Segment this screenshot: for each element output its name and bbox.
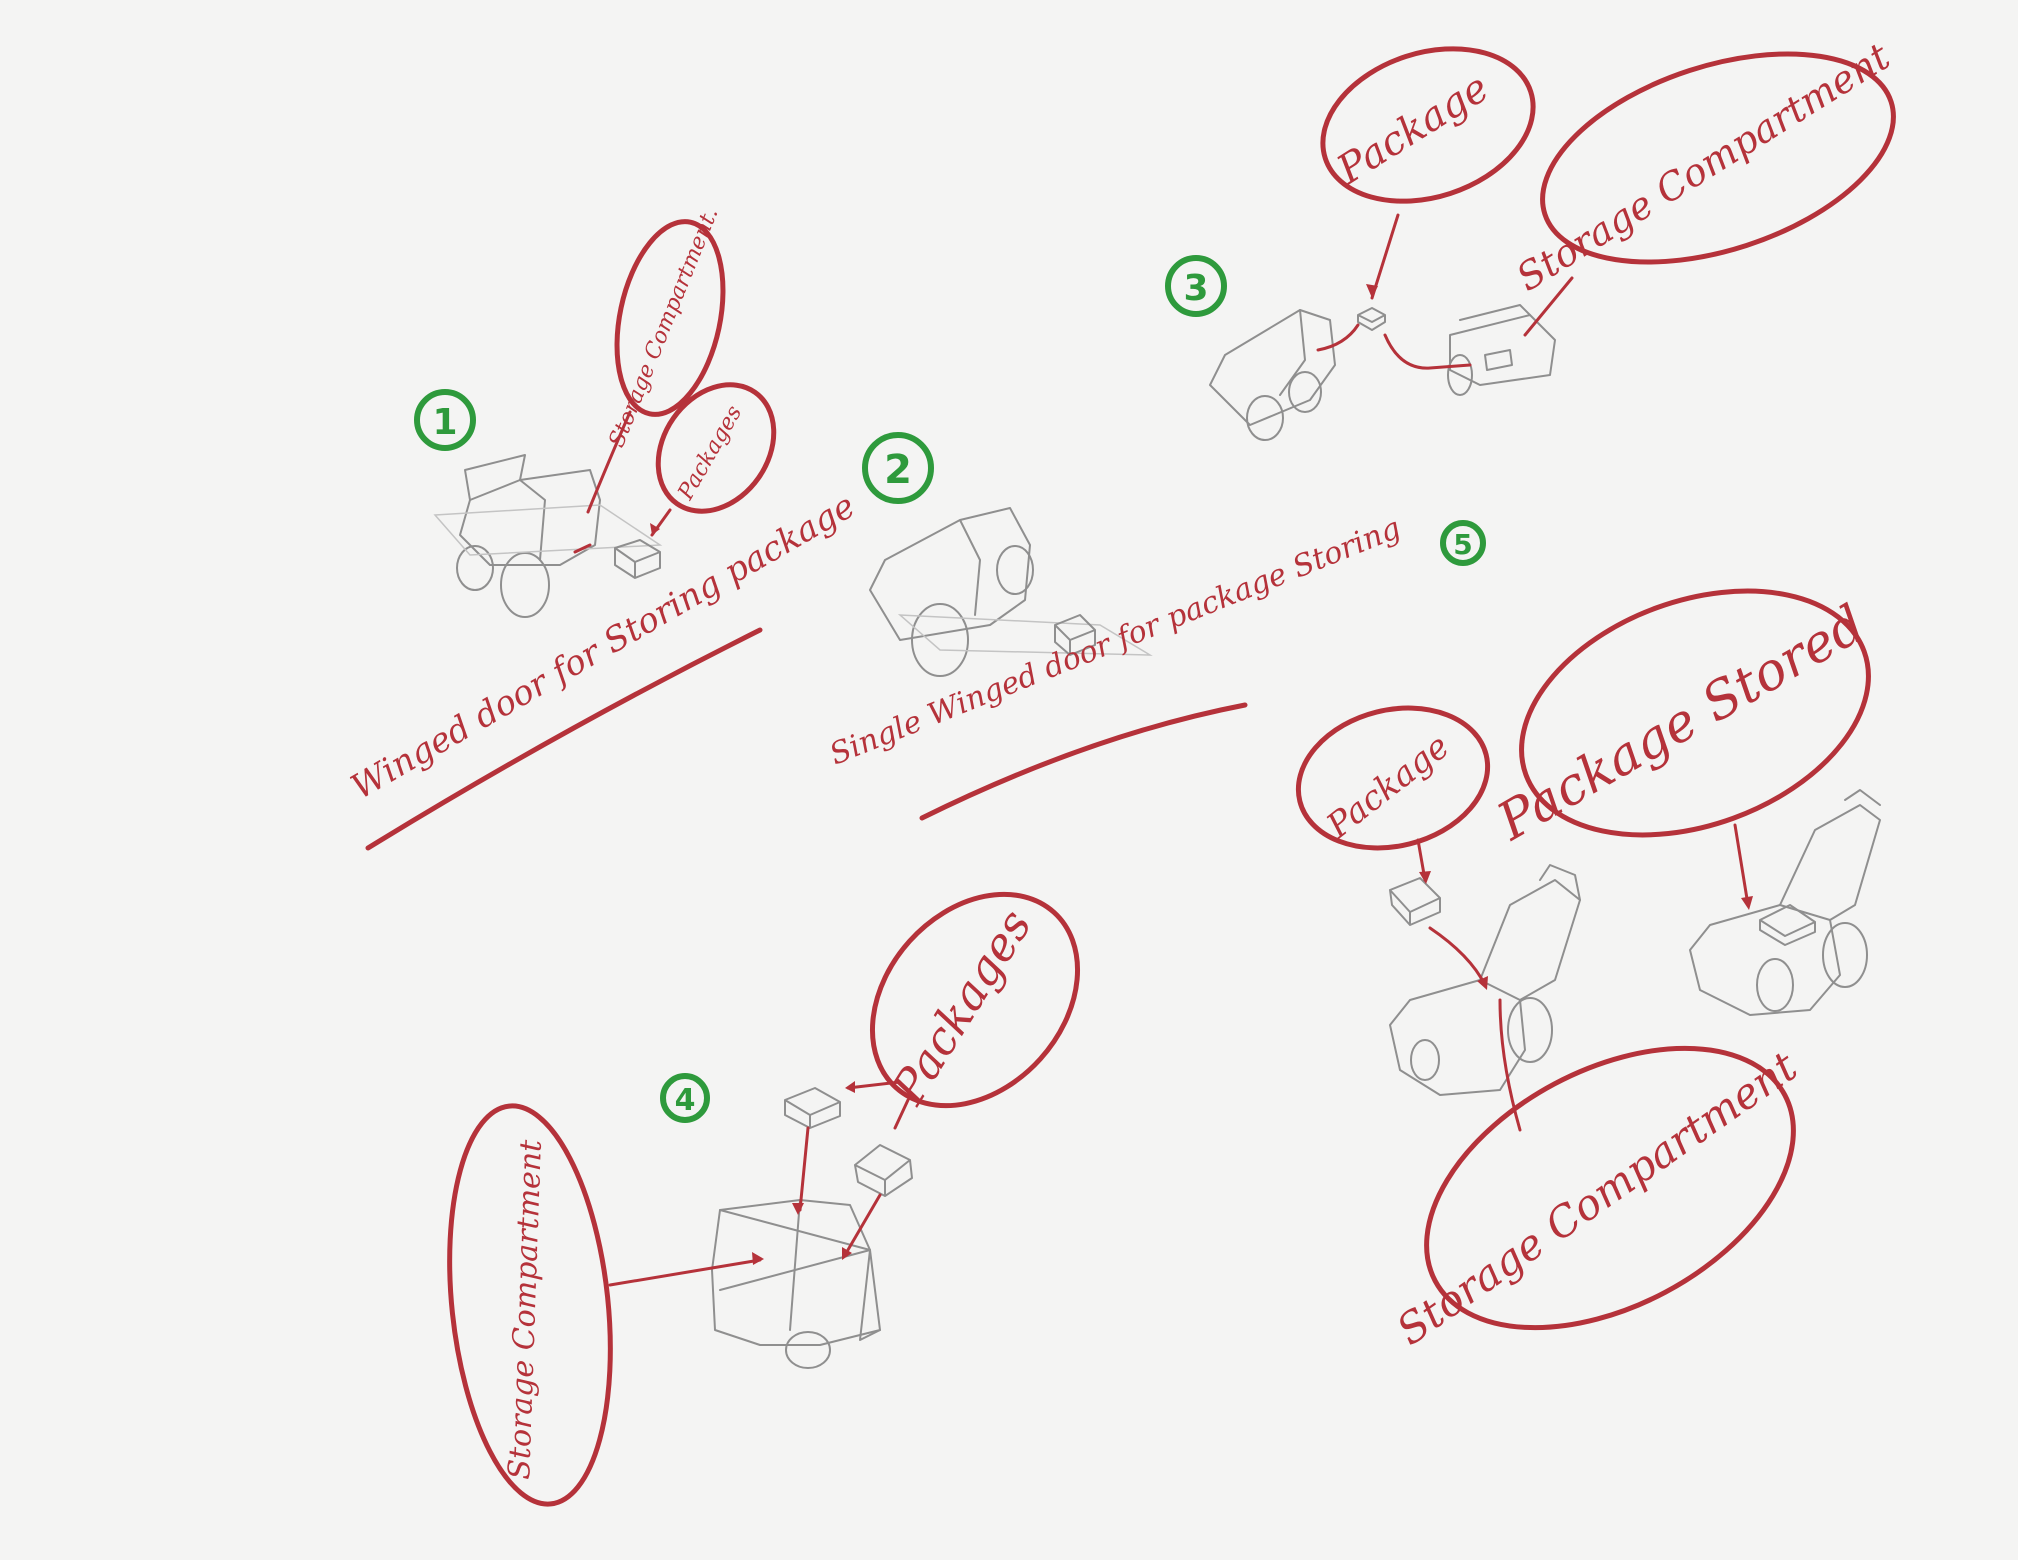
- concept-5-storage-label: Storage Compartment: [1388, 1042, 1806, 1355]
- concept-5-package-label: Package: [1319, 726, 1457, 846]
- concept-3: 3 Package Storage Compartment: [1165, 34, 1898, 441]
- concept-3-vehicle-left-sketch: [1209, 309, 1336, 441]
- concept-4: 4 Packages Storage Compartment: [447, 891, 1081, 1507]
- concept-1: 1 Storage Compartment. Packages Winged d…: [345, 204, 862, 851]
- concept-4-number: 4: [675, 1083, 696, 1118]
- concept-5: 5 Package Package Stored Storage Compart…: [1295, 520, 1881, 1355]
- concept-5-number: 5: [1453, 528, 1472, 561]
- concept-5-stored-label: Package Stored: [1487, 594, 1875, 853]
- concept-1-number: 1: [432, 402, 457, 443]
- concept-sketch-canvas: 1 Storage Compartment. Packages Winged d…: [345, 34, 1898, 1507]
- concept-2-underline: [919, 702, 1248, 821]
- concept-1-packages-label: Packages: [673, 401, 747, 505]
- concept-3-storage-label: Storage Compartment: [1509, 34, 1898, 300]
- concept-4-storage-label: Storage Compartment: [502, 1138, 549, 1480]
- concept-4-vehicle-sketch: [711, 1087, 913, 1369]
- concept-1-vehicle-sketch: [433, 454, 663, 618]
- concept-2: 2 Single Winged door for package Storing: [825, 432, 1406, 821]
- concept-1-caption: Winged door for Storing package: [345, 486, 862, 808]
- concept-2-number: 2: [884, 447, 912, 493]
- concept-3-number: 3: [1183, 268, 1208, 309]
